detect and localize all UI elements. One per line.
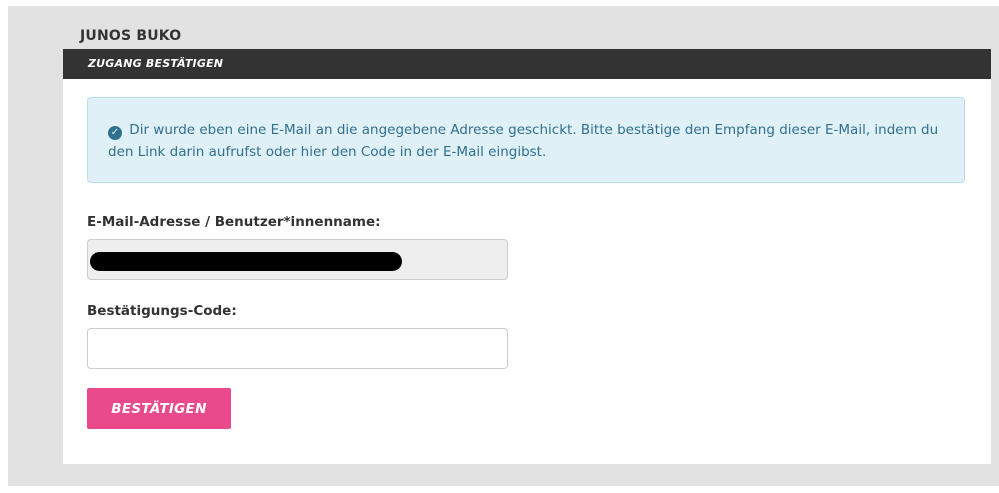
confirm-panel: ✓ Dir wurde eben eine E-Mail an die ange… (63, 79, 991, 464)
site-title: JUNOS BUKO (80, 28, 182, 44)
redacted-email-value (90, 252, 402, 271)
code-label: Bestätigungs-Code: (87, 303, 237, 319)
info-alert: ✓ Dir wurde eben eine E-Mail an die ange… (87, 97, 965, 183)
confirmation-code-input[interactable] (87, 328, 508, 369)
confirm-button[interactable]: BESTÄTIGEN (87, 388, 231, 429)
section-title: ZUGANG BESTÄTIGEN (88, 57, 224, 70)
email-field (87, 239, 508, 280)
alert-message: Dir wurde eben eine E-Mail an die angege… (108, 122, 939, 160)
section-header: ZUGANG BESTÄTIGEN (63, 49, 991, 79)
email-label: E-Mail-Adresse / Benutzer*innenname: (87, 214, 381, 230)
check-circle-icon: ✓ (108, 126, 122, 140)
